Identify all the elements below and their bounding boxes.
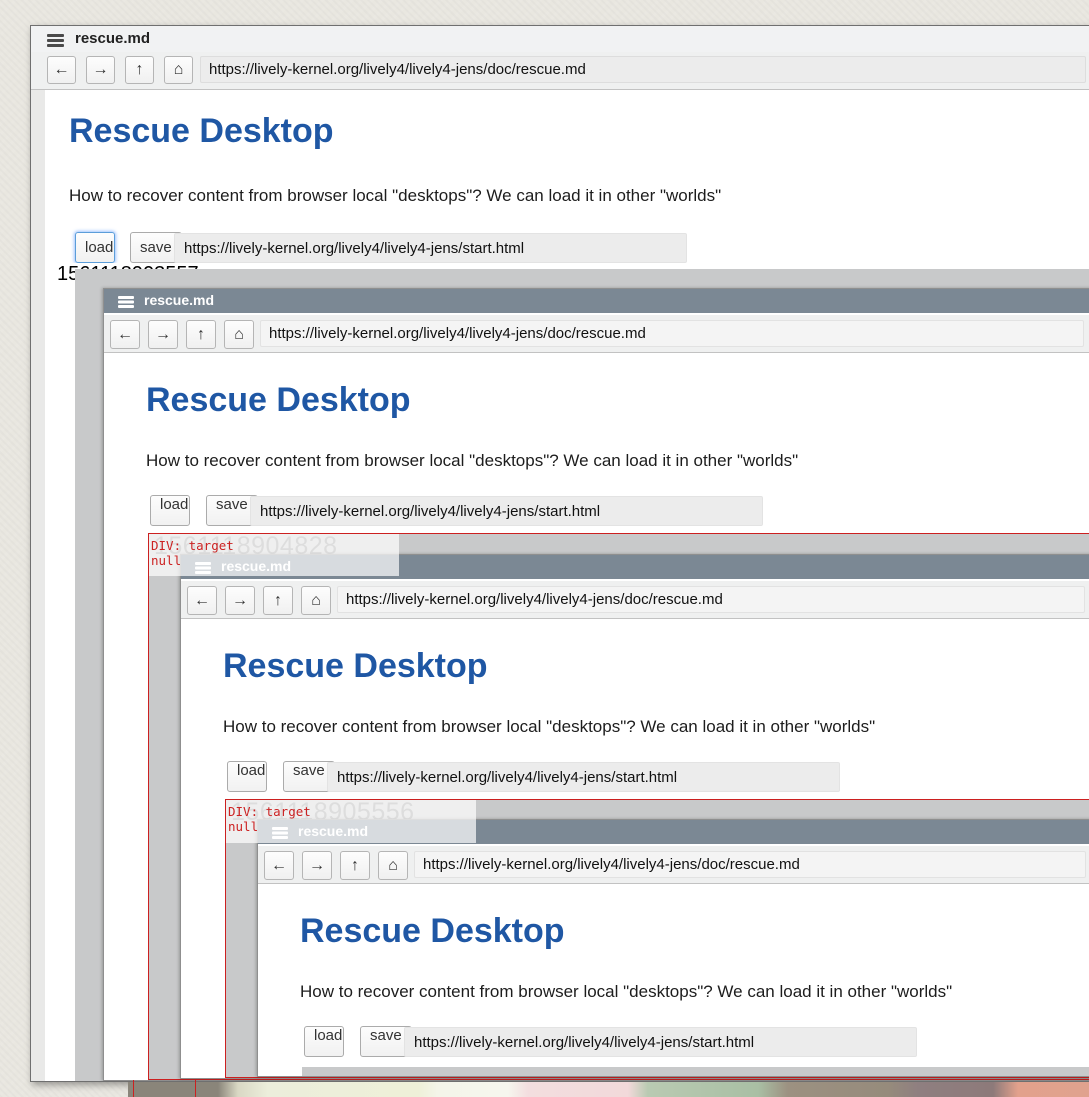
load-button: load	[227, 761, 267, 792]
navigation-bar: ← → ↑ ⌂	[181, 581, 1089, 619]
inspected-screenshot-region-3: 1561118905556 rescue.md ←	[225, 799, 1089, 1078]
intro-paragraph: How to recover content from browser loca…	[69, 186, 721, 206]
window-title: rescue.md	[144, 292, 214, 308]
up-icon: ↑	[263, 586, 293, 615]
document-content: Rescue Desktop How to recover content fr…	[118, 353, 1089, 1080]
desktop-wallpaper-strip	[128, 1082, 1089, 1097]
window-titlebar: rescue.md	[104, 289, 1089, 313]
up-icon: ↑	[340, 851, 370, 880]
url-input[interactable]	[200, 56, 1086, 83]
inspector-tooltip: DIV: target null	[149, 534, 399, 576]
home-button[interactable]: ⌂	[164, 56, 193, 84]
forward-icon: →	[302, 851, 332, 880]
page-title: Rescue Desktop	[223, 647, 488, 686]
rescue-md-window-screenshot-4: rescue.md ← → ↑ ⌂	[257, 819, 1089, 1077]
page-title: Rescue Desktop	[146, 381, 411, 420]
url-display	[337, 586, 1085, 613]
start-url-display	[404, 1027, 917, 1057]
home-icon: ⌂	[301, 586, 331, 615]
page-title: Rescue Desktop	[69, 112, 334, 151]
desktop-screenshot-1: rescue.md ← → ↑ ⌂ Rescue Desktop How to …	[75, 269, 1089, 1081]
back-icon: ←	[110, 320, 140, 349]
back-icon: ←	[187, 586, 217, 615]
document-content: Rescue Desktop How to recover content fr…	[45, 90, 1089, 1081]
intro-paragraph: How to recover content from browser loca…	[146, 451, 798, 471]
menu-icon[interactable]	[47, 34, 64, 37]
rescue-md-window-screenshot-3: rescue.md ← → ↑ ⌂ Rescue Desktop	[180, 554, 1089, 1079]
start-url-display	[327, 762, 840, 792]
home-icon: ⌂	[378, 851, 408, 880]
back-button[interactable]: ←	[47, 56, 76, 84]
home-icon: ⌂	[224, 320, 254, 349]
inspector-null-line: null	[151, 553, 181, 568]
forward-icon: →	[148, 320, 178, 349]
back-icon: ←	[264, 851, 294, 880]
url-display	[414, 851, 1086, 878]
navigation-bar: ← → ↑ ⌂	[258, 846, 1089, 884]
forward-button[interactable]: →	[86, 56, 115, 84]
start-url-input[interactable]	[174, 233, 687, 263]
page-title: Rescue Desktop	[300, 912, 565, 951]
rescue-md-window-screenshot-2: rescue.md ← → ↑ ⌂ Rescue Desktop How to …	[103, 288, 1089, 1081]
desktop-screenshot-4	[302, 1067, 1089, 1076]
intro-paragraph: How to recover content from browser loca…	[300, 982, 952, 1002]
url-display	[260, 320, 1084, 347]
intro-paragraph: How to recover content from browser loca…	[223, 717, 875, 737]
inspector-tooltip: DIV: target null	[226, 800, 476, 843]
rescue-md-window: rescue.md ← → ↑ ⌂ Rescue Desktop How to …	[30, 25, 1089, 1082]
window-title: rescue.md	[75, 30, 150, 47]
navigation-bar: ← → ↑ ⌂	[104, 315, 1089, 353]
load-button: load	[150, 495, 190, 526]
navigation-bar: ← → ↑ ⌂	[31, 52, 1089, 90]
inspector-null-line: null	[228, 819, 258, 834]
inspect-outline-left	[133, 1080, 134, 1097]
up-icon: ↑	[186, 320, 216, 349]
inspect-outline-right	[195, 1080, 196, 1097]
start-url-display	[250, 496, 763, 526]
document-content: Rescue Desktop How to recover content fr…	[195, 619, 1089, 1078]
inspector-target-line: DIV: target	[228, 804, 311, 819]
up-button[interactable]: ↑	[125, 56, 154, 84]
menu-icon	[118, 296, 134, 299]
load-button[interactable]: load	[75, 232, 115, 263]
load-button: load	[304, 1026, 344, 1057]
document-content: Rescue Desktop How to recover content fr…	[272, 884, 1089, 1076]
window-titlebar: rescue.md	[31, 26, 1089, 53]
inspected-screenshot-region-2: 1561118904828 rescue.md ← → ↑ ⌂	[148, 533, 1089, 1080]
forward-icon: →	[225, 586, 255, 615]
desktop: { "window": { "title": "rescue.md", "doc…	[0, 0, 1089, 1097]
inspector-target-line: DIV: target	[151, 538, 234, 553]
